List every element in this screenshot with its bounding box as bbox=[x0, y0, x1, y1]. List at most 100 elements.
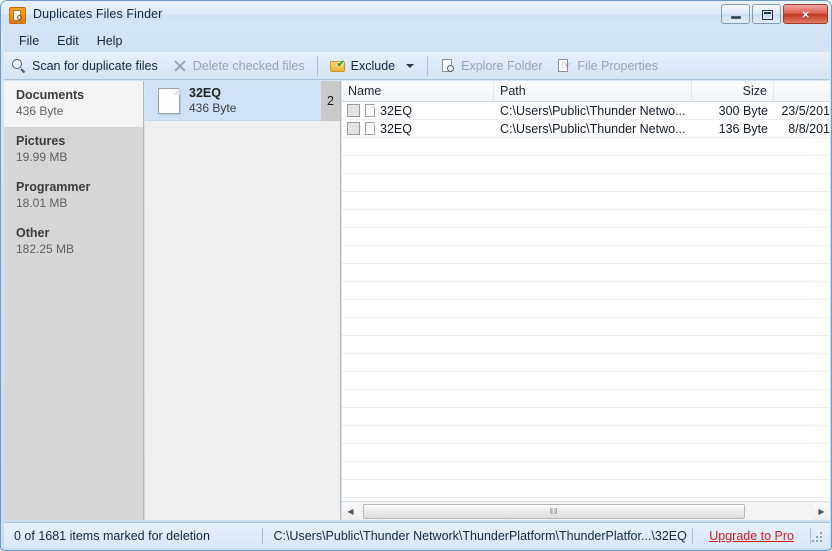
category-size: 436 Byte bbox=[16, 104, 64, 118]
title-bar: Duplicates Files Finder × bbox=[1, 1, 831, 30]
row-path-cell: C:\Users\Public\Thunder Netwo... bbox=[500, 103, 686, 118]
explore-folder-button[interactable]: Explore Folder bbox=[433, 53, 549, 79]
category-name: Pictures bbox=[16, 134, 66, 148]
empty-row bbox=[342, 246, 830, 264]
category-size: 18.01 MB bbox=[16, 196, 68, 210]
empty-row bbox=[342, 354, 830, 372]
empty-row bbox=[342, 336, 830, 354]
status-current-path: C:\Users\Public\Thunder Network\ThunderP… bbox=[273, 528, 687, 543]
file-list-body: 32EQ C:\Users\Public\Thunder Netwo... 30… bbox=[342, 102, 830, 499]
scrollbar-track[interactable]: ‖‖ bbox=[359, 502, 813, 520]
group-count-badge: 2 bbox=[321, 81, 340, 121]
empty-row bbox=[342, 318, 830, 336]
category-name: Other bbox=[16, 226, 50, 240]
empty-row bbox=[342, 174, 830, 192]
file-list-header: Name Path Size bbox=[342, 81, 830, 102]
file-icon bbox=[158, 87, 180, 114]
explore-folder-icon bbox=[440, 58, 456, 74]
group-size: 436 Byte bbox=[189, 100, 237, 115]
empty-row bbox=[342, 480, 830, 498]
sidebar-item-pictures[interactable]: Pictures 19.99 MB bbox=[4, 127, 143, 173]
category-name: Programmer bbox=[16, 180, 91, 194]
upgrade-to-pro-link[interactable]: Upgrade to Pro bbox=[693, 529, 810, 543]
empty-row bbox=[342, 228, 830, 246]
empty-row bbox=[342, 282, 830, 300]
toolbar: Scan for duplicate files Delete checked … bbox=[4, 52, 830, 80]
scroll-left-arrow-icon[interactable]: ◀ bbox=[342, 502, 359, 520]
category-sidebar: Documents 436 Byte Pictures 19.99 MB Pro… bbox=[4, 81, 144, 520]
app-icon bbox=[9, 7, 26, 24]
close-button[interactable]: × bbox=[783, 4, 828, 24]
list-item[interactable]: 32EQ 436 Byte 2 bbox=[145, 81, 340, 121]
scrollbar-grip-icon: ‖‖ bbox=[549, 506, 559, 516]
chevron-down-icon[interactable] bbox=[406, 63, 415, 68]
empty-row bbox=[342, 192, 830, 210]
row-file-name: 32EQ bbox=[380, 121, 412, 136]
duplicate-group-panel: 32EQ 436 Byte 2 bbox=[145, 81, 341, 520]
scan-for-duplicate-files-button[interactable]: Scan for duplicate files bbox=[4, 53, 165, 79]
x-icon bbox=[172, 58, 188, 74]
empty-row bbox=[342, 462, 830, 480]
file-icon bbox=[365, 104, 375, 117]
delete-checked-files-button[interactable]: Delete checked files bbox=[165, 53, 312, 79]
magnifier-icon bbox=[11, 58, 27, 74]
row-checkbox[interactable] bbox=[347, 122, 360, 135]
menu-item-help[interactable]: Help bbox=[88, 31, 132, 51]
maximize-button[interactable] bbox=[752, 4, 781, 24]
row-checkbox[interactable] bbox=[347, 104, 360, 117]
table-row[interactable]: 32EQ C:\Users\Public\Thunder Netwo... 13… bbox=[342, 120, 830, 138]
sidebar-item-other[interactable]: Other 182.25 MB bbox=[4, 219, 143, 265]
row-name-cell: 32EQ bbox=[342, 122, 494, 136]
column-header-name[interactable]: Name bbox=[342, 81, 494, 101]
category-name: Documents bbox=[16, 88, 85, 102]
file-list-panel: Name Path Size 32EQ C:\Users\Public\Thun… bbox=[342, 81, 830, 520]
sidebar-item-programmer[interactable]: Programmer 18.01 MB bbox=[4, 173, 143, 219]
empty-row bbox=[342, 210, 830, 228]
toolbar-separator-2 bbox=[427, 55, 429, 76]
file-properties-button[interactable]: File Properties bbox=[549, 53, 665, 79]
row-size-cell: 300 Byte bbox=[718, 103, 768, 118]
group-text: 32EQ 436 Byte bbox=[189, 86, 321, 116]
horizontal-scrollbar[interactable]: ◀ ‖‖ ▶ bbox=[342, 501, 830, 520]
minimize-button[interactable] bbox=[721, 4, 750, 24]
menu-item-edit[interactable]: Edit bbox=[48, 31, 88, 51]
window-controls: × bbox=[721, 4, 828, 24]
folder-check-icon bbox=[329, 58, 346, 74]
row-name-cell: 32EQ bbox=[342, 104, 494, 118]
status-bar: 0 of 1681 items marked for deletion C:\U… bbox=[4, 522, 830, 548]
empty-row bbox=[342, 300, 830, 318]
row-path-cell: C:\Users\Public\Thunder Netwo... bbox=[500, 121, 686, 136]
group-name: 32EQ bbox=[189, 85, 221, 100]
category-size: 182.25 MB bbox=[16, 242, 75, 256]
resize-grip-icon[interactable] bbox=[811, 529, 825, 543]
empty-row bbox=[342, 372, 830, 390]
row-date-cell: 23/5/201 bbox=[781, 103, 830, 118]
close-icon: × bbox=[801, 6, 810, 22]
file-icon bbox=[365, 122, 375, 135]
empty-row bbox=[342, 444, 830, 462]
empty-row bbox=[342, 426, 830, 444]
application-window: Duplicates Files Finder × File Edit Help… bbox=[0, 0, 832, 551]
menu-bar: File Edit Help bbox=[4, 30, 830, 52]
column-header-date[interactable] bbox=[774, 81, 830, 101]
menu-item-file[interactable]: File bbox=[10, 31, 48, 51]
row-size-cell: 136 Byte bbox=[718, 121, 768, 136]
column-header-path[interactable]: Path bbox=[494, 81, 692, 101]
sidebar-item-documents[interactable]: Documents 436 Byte bbox=[4, 81, 143, 127]
file-properties-label: File Properties bbox=[577, 58, 659, 73]
exclude-button-label: Exclude bbox=[350, 58, 396, 73]
empty-row bbox=[342, 264, 830, 282]
scrollbar-thumb[interactable]: ‖‖ bbox=[363, 503, 745, 519]
explore-folder-label: Explore Folder bbox=[461, 58, 543, 73]
file-properties-icon bbox=[556, 58, 572, 74]
row-date-cell: 8/8/201 bbox=[788, 121, 830, 136]
scan-button-label: Scan for duplicate files bbox=[32, 58, 158, 73]
window-title: Duplicates Files Finder bbox=[33, 7, 163, 21]
status-marked-count: 0 of 1681 items marked for deletion bbox=[14, 528, 210, 543]
row-file-name: 32EQ bbox=[380, 103, 412, 118]
minimize-icon bbox=[731, 16, 741, 19]
exclude-button[interactable]: Exclude bbox=[323, 53, 402, 79]
table-row[interactable]: 32EQ C:\Users\Public\Thunder Netwo... 30… bbox=[342, 102, 830, 120]
scroll-right-arrow-icon[interactable]: ▶ bbox=[813, 502, 830, 520]
column-header-size[interactable]: Size bbox=[692, 81, 774, 101]
